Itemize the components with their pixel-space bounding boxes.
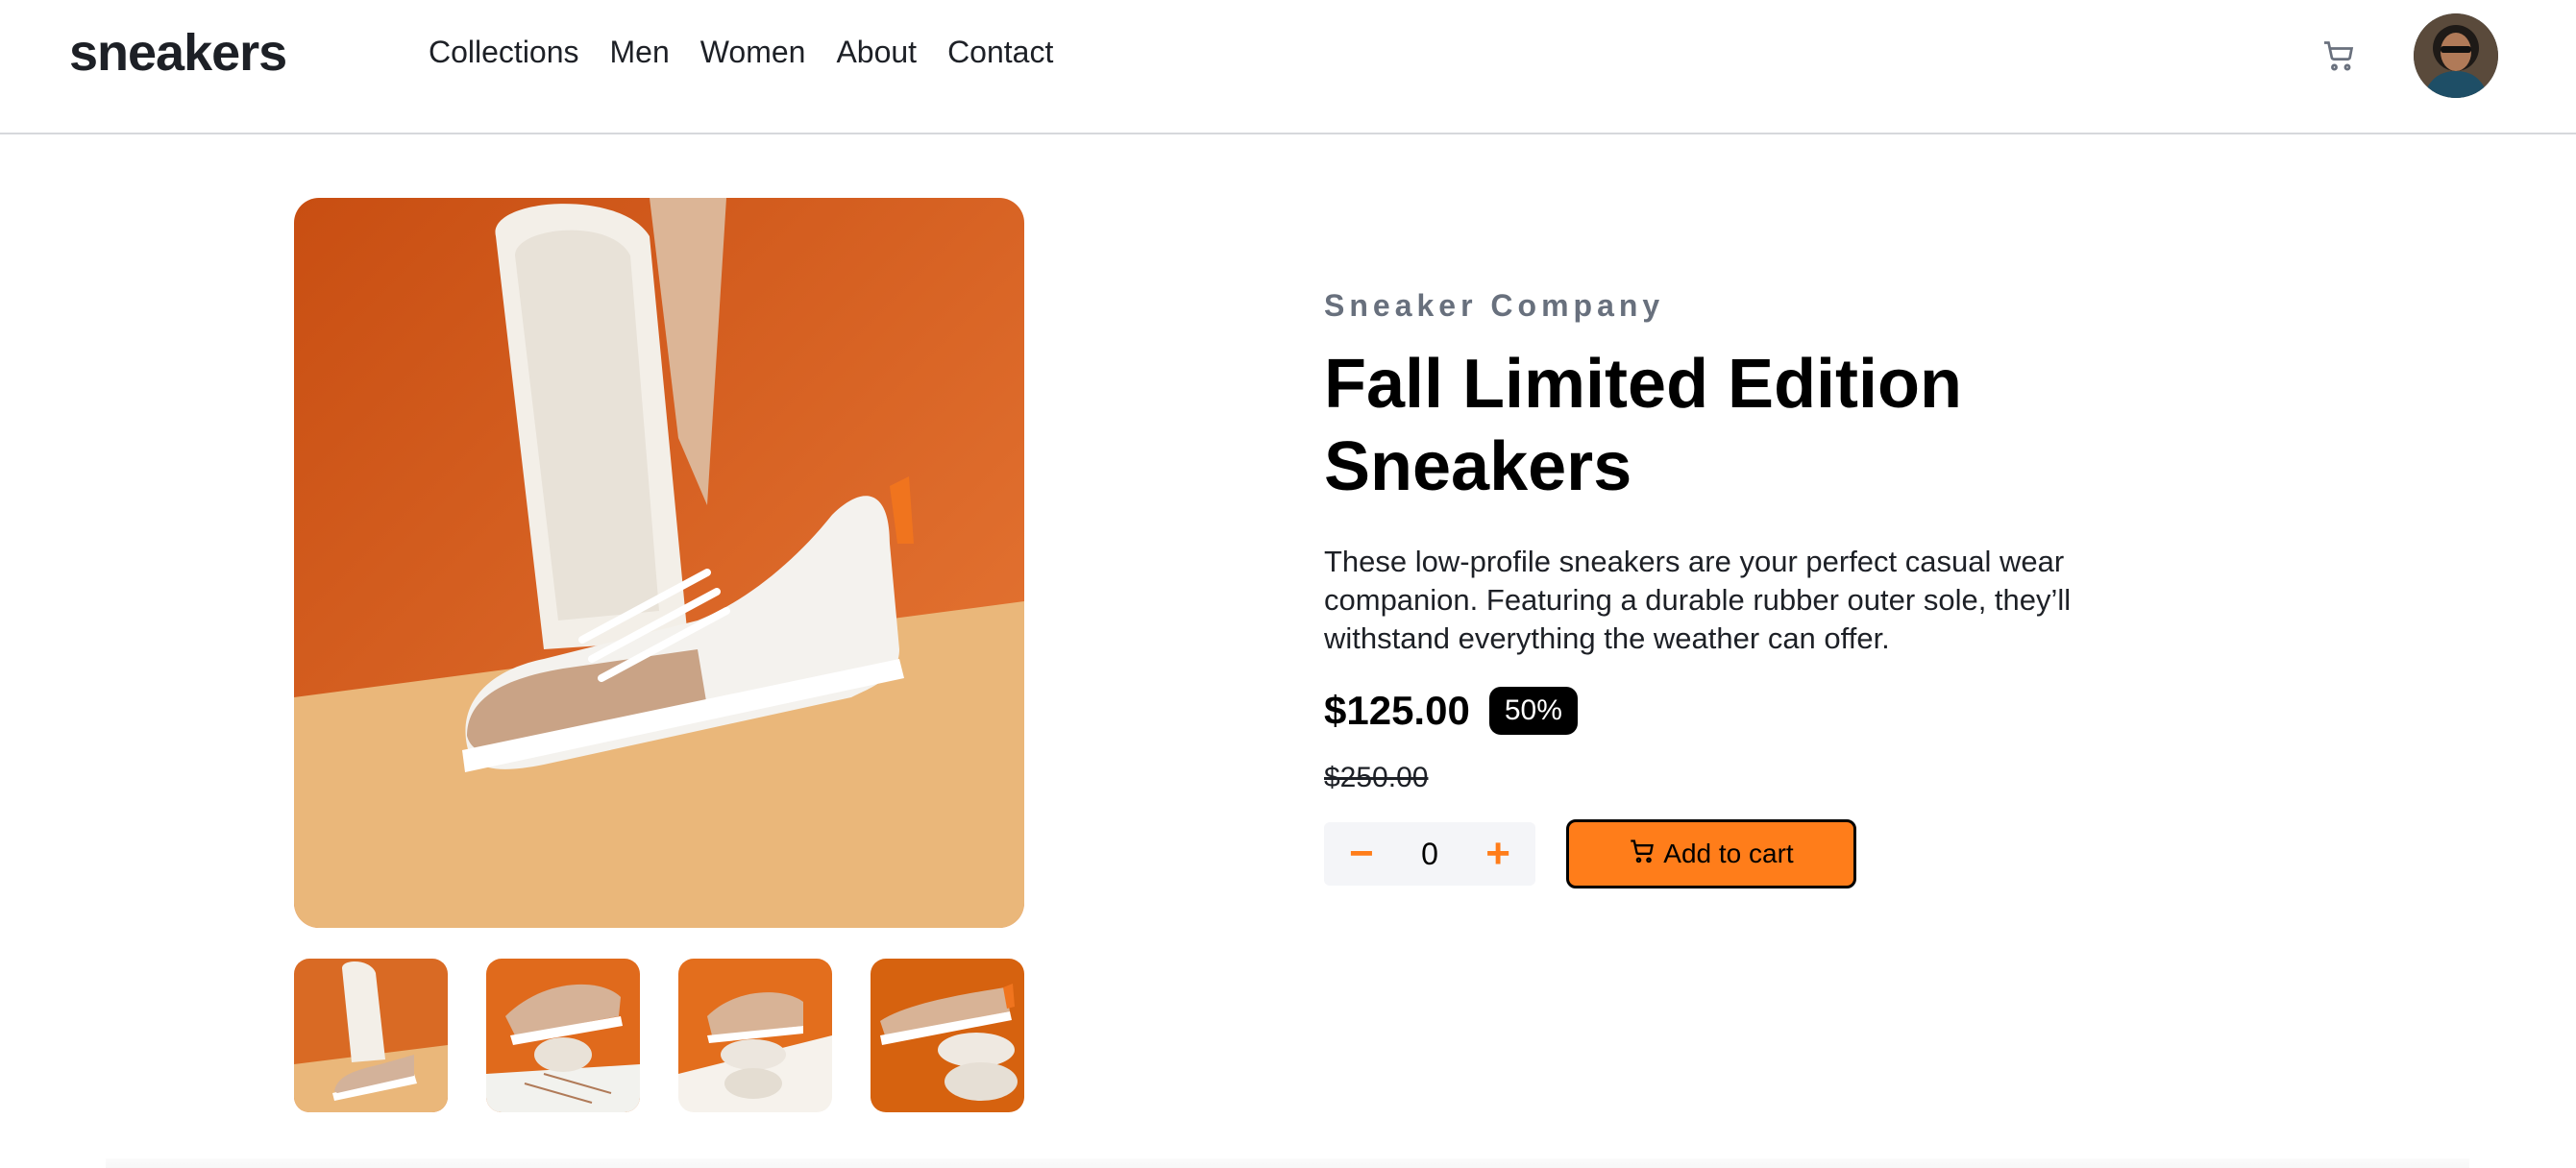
main-nav: Collections Men Women About Contact (429, 35, 1053, 70)
thumbnail-3[interactable] (678, 959, 832, 1112)
thumbnail-1[interactable] (294, 959, 448, 1112)
user-avatar[interactable] (2414, 13, 2498, 98)
purchase-controls: − 0 + Add to cart (1324, 819, 2150, 888)
nav-collections[interactable]: Collections (429, 35, 579, 70)
thumbnail-list (294, 959, 1024, 1112)
decrease-quantity-button[interactable]: − (1349, 833, 1374, 875)
site-header: sneakers Collections Men Women About Con… (0, 0, 2576, 134)
discount-badge: 50% (1488, 687, 1578, 735)
product-description: These low-profile sneakers are your perf… (1324, 545, 2072, 655)
nav-men[interactable]: Men (610, 35, 670, 70)
thumbnail-2[interactable] (486, 959, 640, 1112)
page-bottom-divider (106, 1158, 2469, 1168)
nav-women[interactable]: Women (700, 35, 806, 70)
add-to-cart-button[interactable]: Add to cart (1566, 819, 1856, 888)
brand-label: Sneaker Company (1324, 288, 1665, 323)
cart-icon (1629, 838, 1656, 871)
cart-icon[interactable] (2321, 38, 2356, 73)
current-price: $125.00 (1324, 688, 1470, 733)
price-row: $125.00 50% (1324, 687, 2150, 735)
quantity-stepper: − 0 + (1324, 822, 1535, 886)
nav-contact[interactable]: Contact (947, 35, 1053, 70)
nav-about[interactable]: About (836, 35, 917, 70)
add-to-cart-label: Add to cart (1663, 839, 1794, 868)
original-price: $250.00 (1324, 762, 1429, 793)
logo[interactable]: sneakers (69, 23, 287, 83)
product-info: Sneaker Company Fall Limited Edition Sne… (1324, 288, 2150, 888)
quantity-value: 0 (1421, 836, 1438, 871)
increase-quantity-button[interactable]: + (1485, 833, 1510, 875)
thumbnail-4[interactable] (871, 959, 1024, 1112)
product-title: Fall Limited Edition Sneakers (1324, 346, 1962, 505)
product-main-image[interactable] (294, 198, 1024, 928)
